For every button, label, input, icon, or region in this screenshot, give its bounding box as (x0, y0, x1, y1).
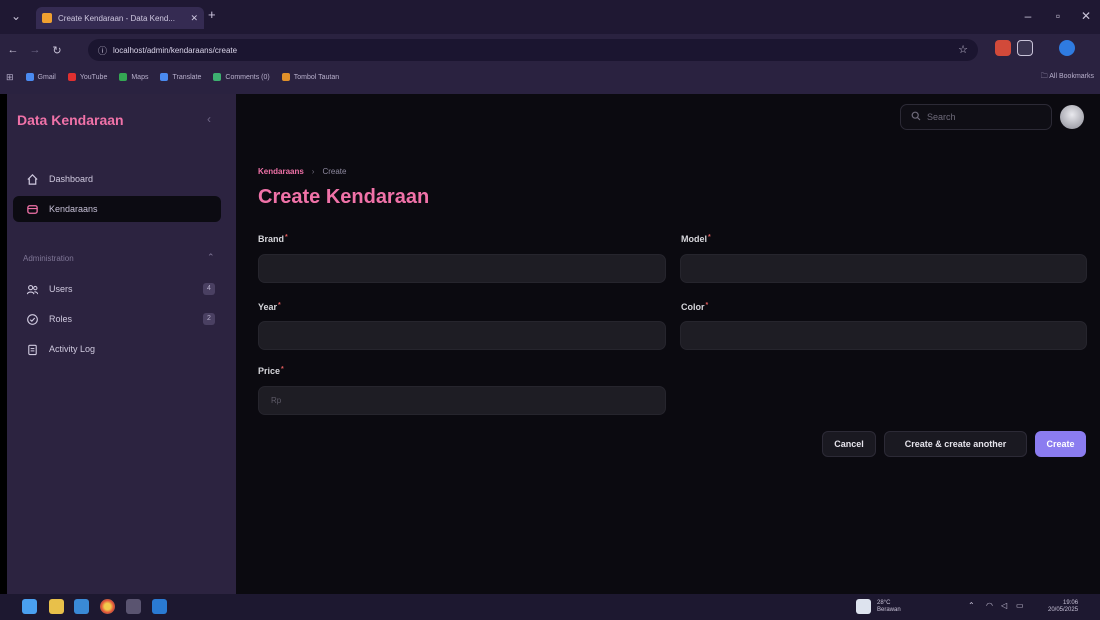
sidebar-item-dashboard[interactable]: Dashboard (13, 166, 221, 192)
brand-label: Brand* (258, 234, 288, 244)
windows-start-icon[interactable] (22, 599, 37, 614)
breadcrumb-link[interactable]: Kendaraans (258, 167, 304, 176)
cancel-button[interactable]: Cancel (822, 431, 876, 457)
volume-icon[interactable]: ◁ (1001, 601, 1007, 610)
year-label: Year* (258, 302, 281, 312)
model-label: Model* (681, 234, 711, 244)
color-label: Color* (681, 302, 709, 312)
taskbar: 28°C Berawan ⌃ ◠ ◁ ▭ 19:06 20/05/2025 (0, 594, 1100, 620)
sidebar-item-roles[interactable]: Roles 2 (13, 306, 221, 332)
avatar[interactable] (1060, 105, 1084, 129)
sidebar-group-label: Administration (23, 254, 74, 263)
page-title: Create Kendaraan (258, 186, 430, 208)
site-info-icon[interactable]: ⓘ (98, 44, 107, 57)
bookmarks-bar: ⊞ Gmail YouTube Maps Translate Comments … (0, 66, 1100, 88)
store-icon[interactable] (74, 599, 89, 614)
bookmark-item[interactable]: Maps (119, 73, 148, 81)
price-label: Price* (258, 366, 284, 376)
maximize-icon[interactable]: ▫ (1048, 6, 1068, 26)
sidebar-item-label: Roles (49, 314, 73, 324)
users-icon (25, 282, 39, 296)
browser-chrome: ⌄ Create Kendaraan - Data Kend... ✕ + – … (0, 0, 1100, 94)
sidebar-item-activity-log[interactable]: Activity Log (13, 336, 221, 362)
tab-bar: ⌄ Create Kendaraan - Data Kend... ✕ + – … (0, 0, 1100, 34)
bookmark-item[interactable]: Tombol Tautan (281, 73, 339, 81)
weather-icon (856, 599, 871, 614)
browser-tab[interactable]: Create Kendaraan - Data Kend... ✕ (36, 7, 204, 29)
folder-icon: 🗀 (1040, 73, 1050, 80)
chevron-up-icon[interactable]: ⌃ (207, 252, 215, 263)
tray-chevron-icon[interactable]: ⌃ (968, 601, 975, 610)
breadcrumb: Kendaraans › Create (258, 167, 346, 176)
forward-icon[interactable]: → (26, 44, 44, 56)
tab-close-icon[interactable]: ✕ (190, 13, 198, 24)
file-explorer-icon[interactable] (49, 599, 64, 614)
address-bar[interactable]: ⓘ localhost/admin/kendaraans/create ☆ (88, 39, 978, 61)
check-icon (213, 73, 222, 81)
sidebar-item-label: Dashboard (49, 174, 94, 184)
home-icon (25, 172, 39, 186)
sidebar-item-label: Activity Log (49, 344, 96, 354)
browser-toolbar: ← → ↻ ⓘ localhost/admin/kendaraans/creat… (0, 34, 1100, 66)
youtube-icon (67, 73, 76, 81)
translate-icon (160, 73, 169, 81)
shield-check-icon (25, 312, 39, 326)
sidebar-item-label: Kendaraans (49, 204, 98, 214)
minimize-icon[interactable]: – (1018, 6, 1038, 26)
breadcrumb-current: Create (322, 167, 347, 176)
profile-icon[interactable] (1059, 40, 1075, 56)
reload-icon[interactable]: ↻ (48, 44, 66, 57)
vscode-icon[interactable] (152, 599, 167, 614)
breadcrumb-separator: › (311, 167, 315, 176)
bookmark-favicon-icon (281, 73, 290, 81)
sidebar-item-kendaraans[interactable]: Kendaraans (13, 196, 221, 222)
sidebar-item-users[interactable]: Users 4 (13, 276, 221, 302)
new-tab-icon[interactable]: + (208, 7, 216, 22)
sidebar: Data Kendaraan ‹ Dashboard Kendaraans Ad… (7, 94, 236, 594)
window-close-icon[interactable]: ✕ (1076, 6, 1096, 26)
create-another-button[interactable]: Create & create another (884, 431, 1027, 457)
weather-widget[interactable]: 28°C Berawan (877, 600, 901, 614)
tab-search-icon[interactable]: ⌄ (6, 6, 26, 26)
clock[interactable]: 19:06 20/05/2025 (1048, 600, 1078, 614)
terminal-icon[interactable] (126, 599, 141, 614)
car-icon (25, 202, 39, 216)
model-field[interactable] (680, 254, 1087, 283)
extensions-puzzle-icon[interactable] (1017, 40, 1033, 56)
app-window: Data Kendaraan ‹ Dashboard Kendaraans Ad… (7, 94, 1100, 594)
search-icon (911, 111, 921, 124)
global-search[interactable]: Search (900, 104, 1052, 130)
collapse-sidebar-icon[interactable]: ‹ (207, 112, 211, 126)
bookmark-favicon-icon (25, 73, 34, 81)
color-field[interactable] (680, 321, 1087, 350)
price-field[interactable]: Rp (258, 386, 666, 415)
brand-field[interactable] (258, 254, 666, 283)
bookmark-item[interactable]: Gmail (25, 73, 56, 81)
tab-title: Create Kendaraan - Data Kend... (58, 13, 175, 23)
battery-icon[interactable]: ▭ (1016, 601, 1024, 610)
clipboard-icon (25, 342, 39, 356)
apps-grid-icon[interactable]: ⊞ (6, 72, 14, 83)
sidebar-item-label: Users (49, 284, 73, 294)
all-bookmarks[interactable]: 🗀 All Bookmarks (1041, 72, 1094, 83)
chrome-icon[interactable] (100, 599, 115, 614)
wifi-icon[interactable]: ◠ (986, 601, 993, 610)
count-badge: 2 (203, 313, 215, 325)
back-icon[interactable]: ← (4, 44, 22, 56)
bookmark-star-icon[interactable]: ☆ (958, 43, 968, 56)
count-badge: 4 (203, 283, 215, 295)
search-placeholder: Search (927, 112, 956, 122)
extension-icon[interactable] (995, 40, 1011, 56)
maps-icon (119, 73, 128, 81)
price-placeholder: Rp (271, 396, 282, 405)
bookmark-item[interactable]: Comments (0) (213, 73, 270, 81)
bookmark-item[interactable]: YouTube (67, 73, 107, 81)
address-url: localhost/admin/kendaraans/create (113, 45, 238, 55)
favicon-icon (42, 13, 52, 23)
bookmark-item[interactable]: Translate (160, 73, 201, 81)
brand-title[interactable]: Data Kendaraan (17, 112, 124, 128)
year-field[interactable] (258, 321, 666, 350)
create-button[interactable]: Create (1035, 431, 1086, 457)
